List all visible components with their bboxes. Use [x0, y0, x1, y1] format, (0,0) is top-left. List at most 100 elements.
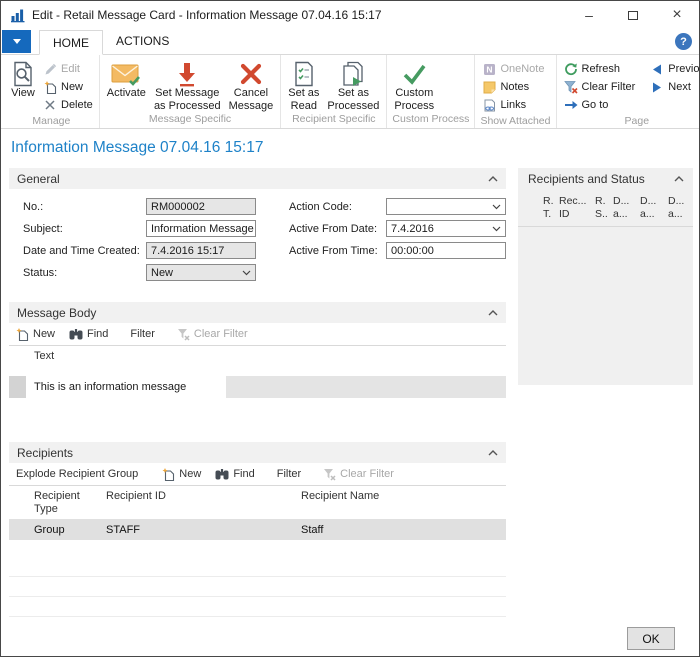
next-button[interactable]: Next [646, 78, 700, 96]
explode-recipient-group-button[interactable]: Explode Recipient Group [16, 468, 138, 480]
status-combobox[interactable]: New [146, 264, 256, 281]
tab-actions[interactable]: ACTIONS [103, 29, 182, 54]
previous-button[interactable]: Previous [646, 60, 700, 78]
previous-label: Previous [668, 63, 700, 75]
mb-filter-label: Filter [130, 328, 154, 340]
application-menu-button[interactable] [2, 30, 31, 53]
column-header-text[interactable]: Text [9, 350, 506, 364]
column-header-recipient-id[interactable]: Recipient ID [106, 490, 301, 516]
custom-process-label-line1: Custom [395, 87, 433, 99]
new-button[interactable]: New [39, 78, 96, 96]
message-text-cell[interactable]: This is an information message [26, 376, 226, 398]
maximize-button[interactable] [611, 1, 655, 29]
goto-button[interactable]: Go to [560, 96, 639, 114]
factbox-column-headers: R.T. Rec...ID R.S.. D...a... D...a... D.… [518, 190, 693, 227]
collapse-chevron-icon[interactable] [488, 450, 498, 456]
mb-find-button[interactable]: Find [69, 328, 108, 341]
rec-filter-button[interactable]: Filter [277, 468, 301, 480]
edit-button[interactable]: Edit [39, 60, 96, 78]
chevron-down-icon[interactable] [492, 204, 501, 210]
column-header-recipient-type[interactable]: RecipientType [34, 490, 106, 516]
no-field[interactable]: RM000002 [146, 198, 256, 215]
mb-clear-filter-button[interactable]: Clear Filter [177, 328, 248, 341]
cancel-label-line1: Cancel [234, 87, 268, 99]
created-field[interactable]: 7.4.2016 15:17 [146, 242, 256, 259]
check-icon [401, 60, 427, 87]
recipients-column-headers: RecipientType Recipient ID Recipient Nam… [9, 486, 506, 519]
help-button[interactable]: ? [675, 33, 692, 50]
set-message-as-processed-button[interactable]: Set Messageas Processed [150, 57, 225, 112]
active-from-time-value: 00:00:00 [391, 245, 434, 257]
onenote-button[interactable]: N OneNote [478, 60, 547, 78]
general-header[interactable]: General [9, 168, 506, 189]
delete-label: Delete [61, 99, 93, 111]
custom-process-button[interactable]: CustomProcess [390, 57, 438, 112]
rec-new-button[interactable]: New [162, 468, 201, 481]
close-button[interactable]: × [655, 1, 699, 29]
action-code-label: Action Code: [289, 201, 386, 213]
explode-label: Explode Recipient Group [16, 468, 138, 480]
view-button[interactable]: View [7, 57, 39, 100]
ribbon-group-custom-process: CustomProcess Custom Process [387, 55, 475, 128]
fb-col-recipient-type[interactable]: R.T. [543, 195, 559, 221]
mb-new-button[interactable]: New [16, 328, 55, 341]
tab-home[interactable]: HOME [39, 30, 103, 55]
active-from-time-field[interactable]: 00:00:00 [386, 242, 506, 259]
active-from-date-combobox[interactable]: 7.4.2016 [386, 220, 506, 237]
message-body-row[interactable]: This is an information message [9, 376, 506, 398]
ok-button[interactable]: OK [627, 627, 675, 650]
recipient-type-cell[interactable]: Group [34, 524, 106, 536]
collapse-chevron-icon[interactable] [674, 176, 684, 182]
recipient-id-cell[interactable]: STAFF [106, 524, 301, 536]
recipients-header[interactable]: Recipients [9, 442, 506, 463]
no-label: No.: [23, 201, 146, 213]
mb-filter-button[interactable]: Filter [130, 328, 154, 340]
row-selector-gutter[interactable] [9, 376, 26, 398]
collapse-chevron-icon[interactable] [488, 176, 498, 182]
mb-clear-filter-label: Clear Filter [194, 328, 248, 340]
notes-button[interactable]: Notes [478, 78, 547, 96]
clear-filter-label: Clear Filter [582, 81, 636, 93]
envelope-icon [111, 60, 141, 87]
fb-col-read-status[interactable]: R.S.. [595, 195, 613, 221]
factbox-header[interactable]: Recipients and Status [518, 168, 693, 190]
refresh-button[interactable]: Refresh [560, 60, 639, 78]
chevron-down-icon [13, 39, 21, 44]
activate-button[interactable]: Activate [103, 57, 150, 100]
set-as-processed-label-line2: Processed [327, 100, 379, 112]
fb-col-recipient-id[interactable]: Rec...ID [559, 195, 595, 221]
message-body-header-label: Message Body [17, 306, 96, 320]
cancel-label-line2: Message [229, 100, 274, 112]
fb-col-date-1[interactable]: D...a... [613, 195, 640, 221]
rec-find-button[interactable]: Find [215, 468, 254, 481]
fb-col-date-2[interactable]: D...a... [640, 195, 668, 221]
clear-filter-icon [563, 80, 579, 94]
cancel-message-button[interactable]: CancelMessage [225, 57, 278, 112]
status-label: Status: [23, 267, 146, 279]
rec-clear-filter-button[interactable]: Clear Filter [323, 468, 394, 481]
set-as-read-button[interactable]: Set asRead [284, 57, 323, 112]
message-body-header[interactable]: Message Body [9, 302, 506, 323]
minimize-button[interactable]: – [567, 1, 611, 29]
set-as-processed-label-line1: Set as [338, 87, 369, 99]
clear-filter-button[interactable]: Clear Filter [560, 78, 639, 96]
links-button[interactable]: Links [478, 96, 547, 114]
delete-button[interactable]: Delete [39, 96, 96, 114]
column-header-recipient-name[interactable]: Recipient Name [301, 490, 506, 516]
action-code-combobox[interactable] [386, 198, 506, 215]
rec-filter-label: Filter [277, 468, 301, 480]
chevron-down-icon[interactable] [242, 270, 251, 276]
minimize-icon: – [585, 7, 593, 23]
group-label-manage: Manage [7, 114, 96, 130]
notes-label: Notes [500, 81, 529, 93]
binoculars-icon [69, 328, 83, 341]
chevron-down-icon[interactable] [492, 226, 501, 232]
recipient-name-cell[interactable]: Staff [301, 524, 506, 536]
group-label-recipient-specific: Recipient Specific [284, 112, 383, 128]
fb-col-date-3[interactable]: D...a... [668, 195, 693, 221]
delete-x-icon [42, 98, 58, 112]
recipient-row[interactable]: Group STAFF Staff [9, 519, 506, 540]
collapse-chevron-icon[interactable] [488, 310, 498, 316]
subject-field[interactable]: Information Message [146, 220, 256, 237]
set-as-processed-button[interactable]: Set asProcessed [323, 57, 383, 112]
